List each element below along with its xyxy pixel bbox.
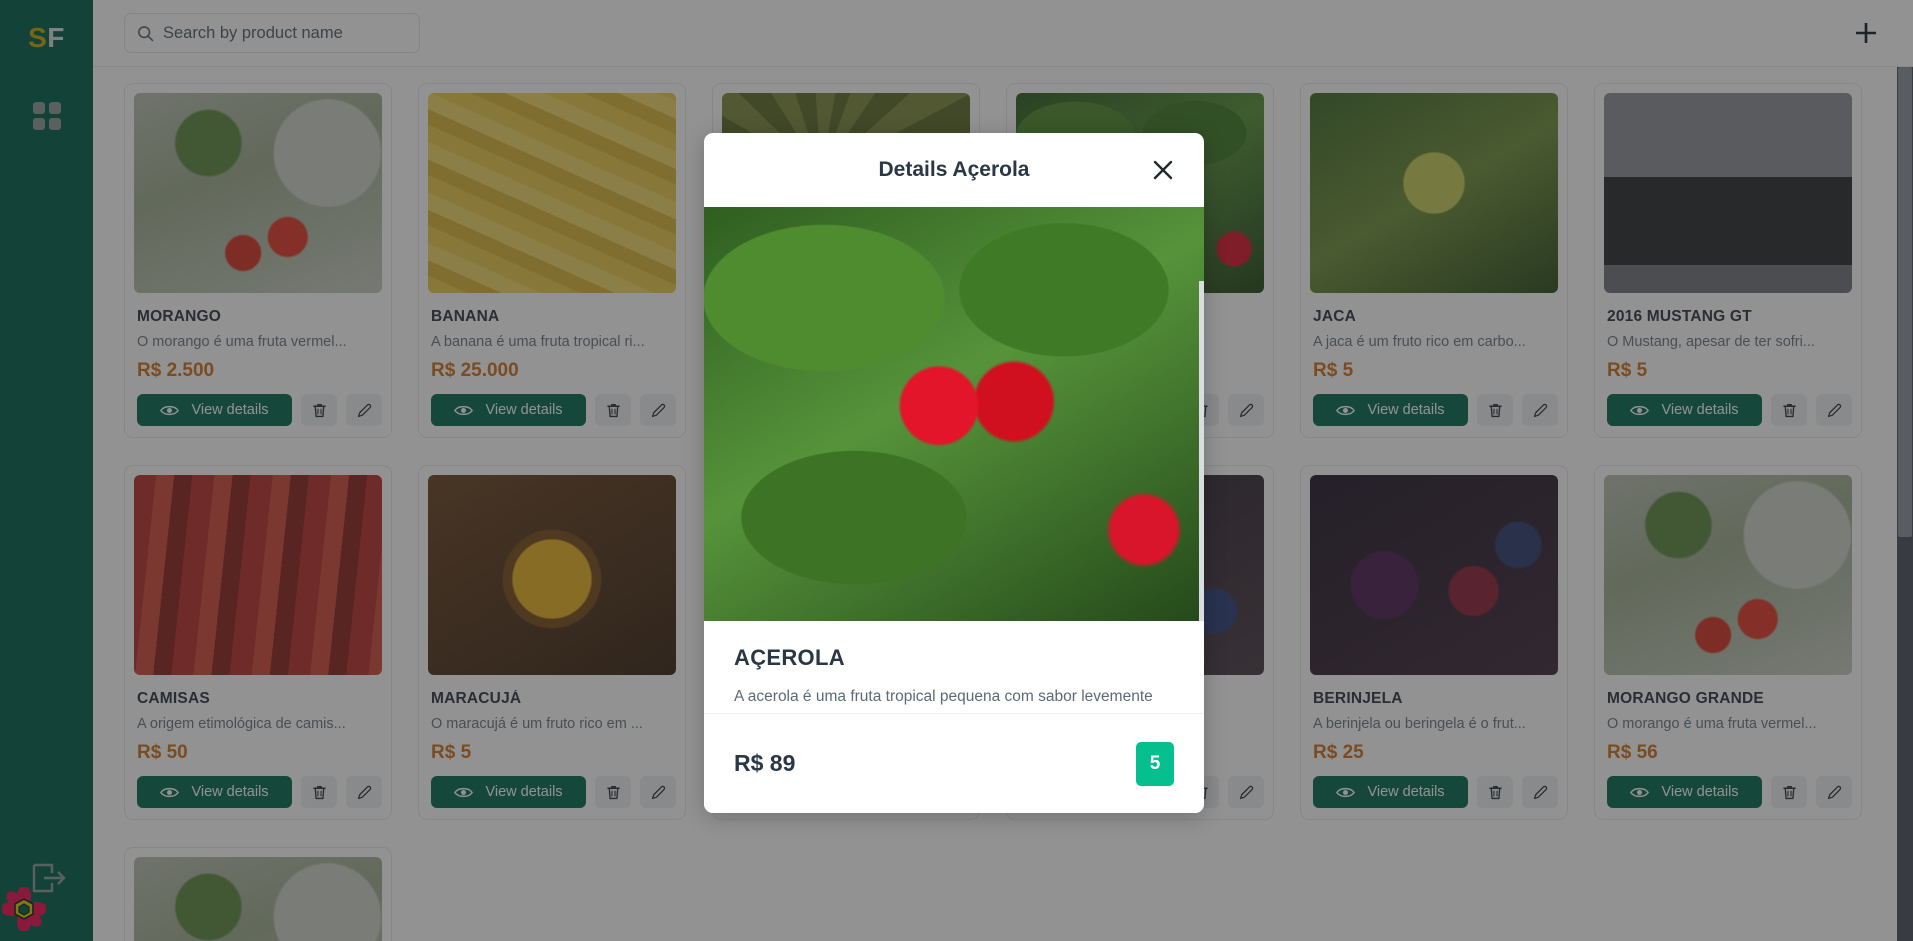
modal-price: R$ 89 — [734, 750, 796, 776]
modal-footer: R$ 89 5 — [704, 713, 1204, 813]
modal-product-image — [704, 207, 1204, 621]
modal-quantity-badge: 5 — [1136, 741, 1174, 786]
modal-title: Details Açerola — [878, 158, 1030, 181]
modal-product-name: AÇEROLA — [734, 645, 845, 670]
close-icon — [1153, 160, 1173, 180]
modal-body: AÇEROLA A acerola é uma fruta tropical p… — [704, 207, 1204, 813]
app-root: SF — [0, 0, 1913, 941]
product-details-modal: Details Açerola AÇEROLA A acerola é uma … — [704, 133, 1204, 813]
modal-close-button[interactable] — [1148, 155, 1178, 185]
modal-header: Details Açerola — [704, 133, 1204, 207]
